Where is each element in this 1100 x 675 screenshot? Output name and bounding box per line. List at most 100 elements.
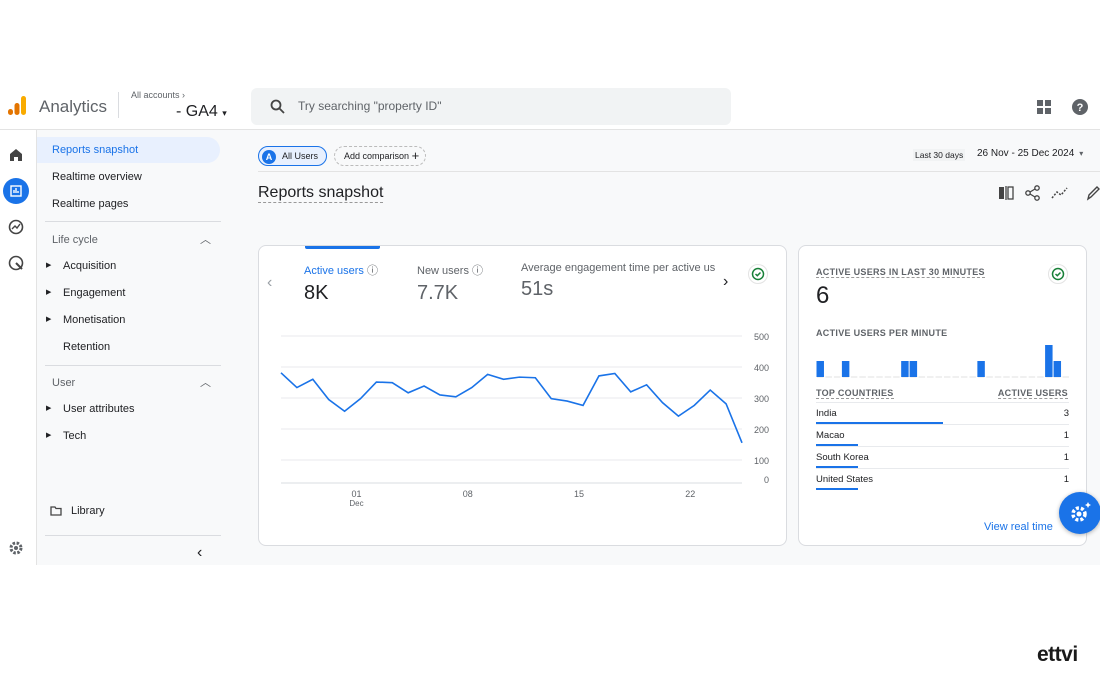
check-circle-icon <box>748 264 768 284</box>
check-circle-icon <box>1048 264 1068 284</box>
per-minute-title: ACTIVE USERS PER MINUTE <box>816 328 948 338</box>
country-users: 1 <box>1063 430 1069 441</box>
edit-pencil-icon[interactable] <box>1086 185 1100 201</box>
home-icon[interactable] <box>9 148 23 162</box>
col-top-countries: TOP COUNTRIES <box>816 388 894 399</box>
segment-chip-all-users[interactable]: A All Users <box>258 146 328 166</box>
chevron-up-icon[interactable]: ︿ <box>200 231 211 247</box>
share-icon[interactable] <box>1025 185 1040 201</box>
country-name: South Korea <box>816 452 869 463</box>
country-users: 1 <box>1063 474 1069 485</box>
per-minute-bar <box>841 361 850 377</box>
sidebar-item-realtime-pages[interactable]: Realtime pages <box>37 191 220 217</box>
y-tick-label: 400 <box>754 363 769 373</box>
collapse-chevron-icon[interactable]: ‹ <box>197 544 202 562</box>
country-share-bar <box>816 488 859 490</box>
per-minute-bar <box>977 361 985 377</box>
metrics-chart-card: ‹ Active users ⓘ 8K New users ⓘ 7.7K Ave… <box>258 245 787 546</box>
left-rail <box>0 130 37 565</box>
add-comparison-button[interactable]: Add comparison + <box>334 146 427 166</box>
active-users-line-chart: 500 400 300 200 100 0 01Dec 08 15 22 <box>280 332 769 508</box>
next-metric-chevron-icon[interactable]: › <box>723 273 728 291</box>
y-tick-label: 500 <box>754 332 769 342</box>
metric-value: 8K <box>304 282 329 304</box>
date-preset[interactable]: Last 30 days <box>913 149 966 161</box>
country-users: 1 <box>1063 452 1069 463</box>
search-input[interactable]: Try searching "property ID" <box>251 88 731 125</box>
per-minute-bar <box>909 361 918 377</box>
country-name: United States <box>816 474 874 485</box>
divider <box>258 171 1100 172</box>
property-selector[interactable]: - GA4 ▾ <box>176 103 227 121</box>
breadcrumb[interactable]: All accounts › <box>131 90 185 100</box>
ettvi-logo: ettvi <box>1037 643 1078 666</box>
y-tick-label: 300 <box>754 394 769 404</box>
analytics-assistant-button[interactable] <box>1059 492 1100 534</box>
metric-tab-active-users[interactable]: Active users ⓘ 8K <box>304 262 378 305</box>
per-minute-bar <box>1045 345 1053 377</box>
x-tick-label: 01 <box>351 489 361 499</box>
page-title: Reports snapshot <box>258 184 384 203</box>
view-real-time-link[interactable]: View real time <box>984 521 1053 533</box>
sidebar-item-library[interactable]: Library <box>37 498 220 524</box>
per-minute-bar <box>1053 361 1062 377</box>
sidebar-item-retention[interactable]: Retention <box>37 334 220 360</box>
country-name: Macao <box>816 430 845 441</box>
segment-avatar: A <box>262 149 276 164</box>
sidebar-item-monetisation[interactable]: ▶ Monetisation <box>37 307 220 333</box>
apps-grid-icon[interactable] <box>1037 100 1051 114</box>
y-tick-label: 0 <box>764 475 769 485</box>
col-active-users: ACTIVE USERS <box>997 388 1068 399</box>
per-minute-bar <box>816 361 824 377</box>
y-tick-label: 100 <box>754 456 769 466</box>
sidebar-item-engagement[interactable]: ▶ Engagement <box>37 280 220 306</box>
caret-right-icon: ▶ <box>46 289 52 296</box>
caret-right-icon: ▶ <box>46 262 52 269</box>
countries-table: India 3 Macao 1 South Korea 1 United States 1 <box>816 402 1069 490</box>
date-range-selector[interactable]: 26 Nov - 25 Dec 2024 ▾ <box>977 148 1083 159</box>
advertising-icon[interactable] <box>8 255 24 271</box>
prev-metric-chevron-icon[interactable]: ‹ <box>267 274 272 292</box>
sidebar-item-acquisition[interactable]: ▶ Acquisition <box>37 253 220 279</box>
divider <box>118 92 119 118</box>
compare-icon[interactable] <box>998 186 1014 200</box>
sidebar-item-reports-snapshot[interactable]: Reports snapshot <box>37 137 220 163</box>
settings-icon[interactable] <box>8 540 24 556</box>
divider <box>45 365 221 366</box>
country-row: South Korea 1 <box>816 446 1069 468</box>
explore-icon[interactable] <box>8 219 24 235</box>
caret-right-icon: ▶ <box>46 405 52 412</box>
metric-tab-avg-engagement[interactable]: Average engagement time per active us 51… <box>521 262 717 301</box>
x-tick-sublabel: Dec <box>349 499 363 508</box>
country-users: 3 <box>1063 408 1069 419</box>
realtime-title: ACTIVE USERS IN LAST 30 MINUTES <box>816 267 985 278</box>
reports-icon[interactable] <box>3 178 29 204</box>
sidebar-item-realtime-overview[interactable]: Realtime overview <box>37 164 220 190</box>
search-icon <box>270 99 285 114</box>
analytics-app: Analytics All accounts › - GA4 ▾ Try sea… <box>0 80 1100 565</box>
chevron-up-icon[interactable]: ︿ <box>200 374 211 390</box>
sidebar-item-user-attributes[interactable]: ▶ User attributes <box>37 396 220 422</box>
top-bar: Analytics All accounts › - GA4 ▾ Try sea… <box>0 80 1100 130</box>
segment-label: All Users <box>282 151 319 161</box>
plus-icon: + <box>411 148 420 163</box>
user-header[interactable]: User <box>52 377 75 389</box>
lifecycle-header[interactable]: Life cycle <box>52 234 98 246</box>
help-circle-icon[interactable]: ⓘ <box>472 265 483 277</box>
x-tick-label: 22 <box>685 489 695 499</box>
svg-text:?: ? <box>1077 102 1084 114</box>
sidebar-nav: Reports snapshot Realtime overview Realt… <box>37 130 222 565</box>
app-name: Analytics <box>39 97 108 116</box>
divider <box>45 535 221 536</box>
divider <box>45 221 221 222</box>
sidebar-item-tech[interactable]: ▶ Tech <box>37 423 220 449</box>
country-row: Macao 1 <box>816 424 1069 446</box>
per-minute-bar-chart <box>816 345 1069 378</box>
metric-tab-new-users[interactable]: New users ⓘ 7.7K <box>417 262 483 305</box>
insights-icon[interactable] <box>1051 186 1069 200</box>
help-circle-icon[interactable]: ⓘ <box>367 265 378 277</box>
country-row: India 3 <box>816 402 1069 424</box>
active-users-series-line <box>280 372 743 444</box>
sparkle-gear-icon <box>1071 502 1091 522</box>
help-icon[interactable]: ? <box>1072 99 1088 115</box>
